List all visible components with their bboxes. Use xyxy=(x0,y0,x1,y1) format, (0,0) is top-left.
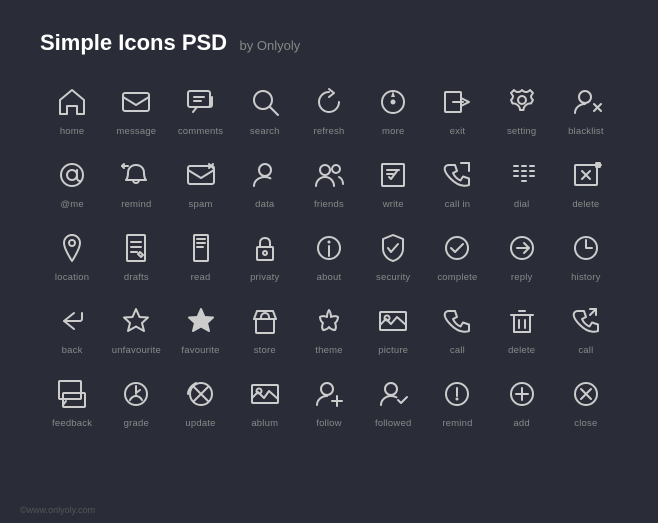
icon-friends[interactable]: friends xyxy=(297,157,361,210)
icon-blacklist[interactable]: blacklist xyxy=(554,84,618,137)
icon-back[interactable]: back xyxy=(40,303,104,356)
icon-message[interactable]: message xyxy=(104,84,168,137)
icon-add[interactable]: add xyxy=(490,376,554,429)
icon-comments[interactable]: comments xyxy=(168,84,232,137)
icon-unfavourite[interactable]: unfavourite xyxy=(104,303,168,356)
icon-remind2[interactable]: remind xyxy=(425,376,489,429)
icon-follow[interactable]: follow xyxy=(297,376,361,429)
icon-call2[interactable]: call xyxy=(554,303,618,356)
icon-data[interactable]: data xyxy=(233,157,297,210)
icons-grid: home message comments search xyxy=(40,84,618,429)
icon-location[interactable]: location xyxy=(40,230,104,283)
icon-security[interactable]: security xyxy=(361,230,425,283)
title-area: Simple Icons PSD by Onlyoly xyxy=(40,30,618,56)
icon-grade[interactable]: grade xyxy=(104,376,168,429)
page-title: Simple Icons PSD xyxy=(40,30,227,55)
icon-refresh[interactable]: refresh xyxy=(297,84,361,137)
icon-close[interactable]: close xyxy=(554,376,618,429)
icon-delete2[interactable]: delete xyxy=(490,303,554,356)
icon-store[interactable]: store xyxy=(233,303,297,356)
icon-picture[interactable]: picture xyxy=(361,303,425,356)
icon-reply[interactable]: reply xyxy=(490,230,554,283)
icon-favourite[interactable]: favourite xyxy=(168,303,232,356)
icon-feedback[interactable]: feedback xyxy=(40,376,104,429)
icon-about[interactable]: about xyxy=(297,230,361,283)
icon-ablum[interactable]: ablum xyxy=(233,376,297,429)
icon-history[interactable]: history xyxy=(554,230,618,283)
icon-more[interactable]: more xyxy=(361,84,425,137)
icon-search[interactable]: search xyxy=(233,84,297,137)
icon-update[interactable]: update xyxy=(168,376,232,429)
icon-delete[interactable]: delete xyxy=(554,157,618,210)
icon-home[interactable]: home xyxy=(40,84,104,137)
icon-privacy[interactable]: privaty xyxy=(233,230,297,283)
icon-spam[interactable]: spam xyxy=(168,157,232,210)
icon-call-in[interactable]: call in xyxy=(425,157,489,210)
icon-theme[interactable]: theme xyxy=(297,303,361,356)
icon-read[interactable]: read xyxy=(168,230,232,283)
icon-followed[interactable]: followed xyxy=(361,376,425,429)
main-container: Simple Icons PSD by Onlyoly home message xyxy=(0,0,658,449)
footer-copyright: ©www.onlyoly.com xyxy=(20,505,95,515)
icon-exit[interactable]: exit xyxy=(425,84,489,137)
icon-atme[interactable]: @me xyxy=(40,157,104,210)
icon-remind[interactable]: remind xyxy=(104,157,168,210)
icon-drafts[interactable]: drafts xyxy=(104,230,168,283)
page-subtitle: by Onlyoly xyxy=(240,38,301,53)
icon-complete[interactable]: complete xyxy=(425,230,489,283)
icon-setting[interactable]: setting xyxy=(490,84,554,137)
icon-dial[interactable]: dial xyxy=(490,157,554,210)
icon-write[interactable]: write xyxy=(361,157,425,210)
icon-call[interactable]: call xyxy=(425,303,489,356)
